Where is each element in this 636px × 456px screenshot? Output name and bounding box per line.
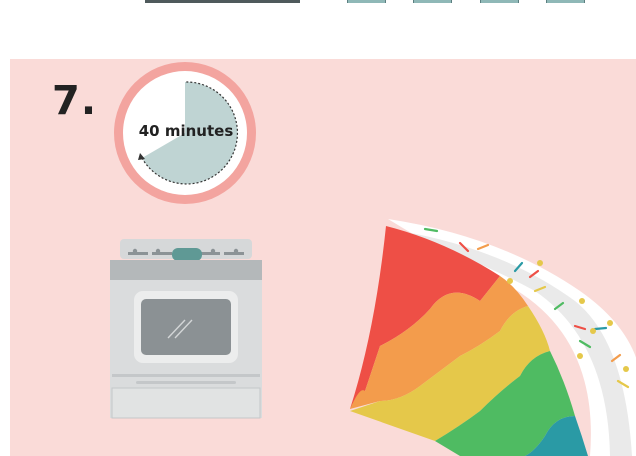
- oven-icon: [110, 239, 262, 419]
- timer-label: 40 minutes: [138, 122, 234, 140]
- top-divider: [145, 0, 300, 3]
- top-strip: [0, 0, 636, 58]
- oven-handle: [136, 381, 236, 384]
- rainbow-cake-slice-icon: [350, 219, 636, 456]
- top-tab-1: [347, 0, 386, 3]
- top-tab-4: [546, 0, 585, 3]
- timer-icon: [114, 62, 256, 204]
- top-tab-2: [413, 0, 452, 3]
- step-number: 7.: [52, 78, 98, 124]
- oven-display: [172, 248, 202, 261]
- top-tab-3: [480, 0, 519, 3]
